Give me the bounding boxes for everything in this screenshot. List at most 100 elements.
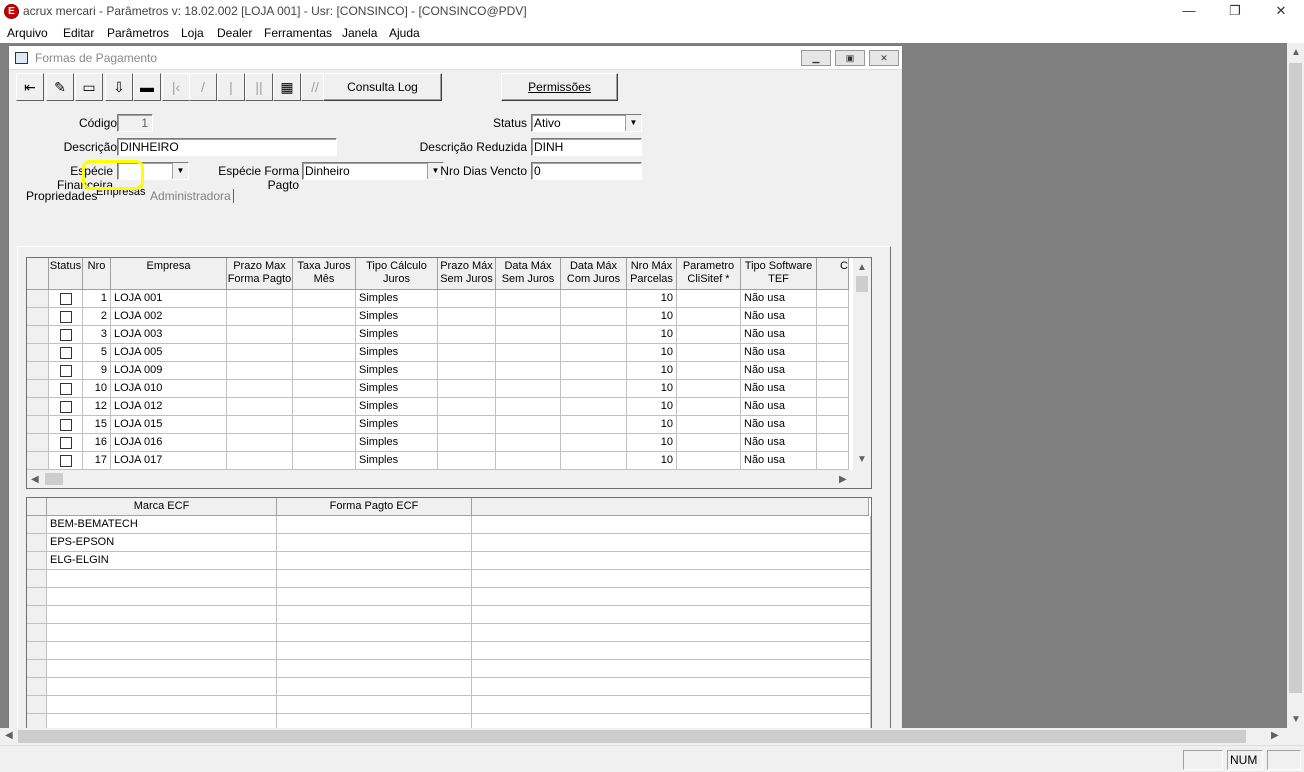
cell-marca-ecf[interactable] (47, 714, 277, 728)
column-header[interactable]: Nro (83, 258, 111, 290)
grid-cell[interactable] (293, 362, 356, 380)
new-record-button[interactable]: ▭ (75, 73, 103, 101)
grid-cell[interactable] (561, 452, 627, 470)
consulta-log-button[interactable]: Consulta Log (323, 73, 442, 101)
cell-tipo_calculo[interactable]: Simples (356, 398, 438, 416)
scroll-up-icon[interactable]: ▲ (1291, 47, 1301, 58)
cell-nro[interactable]: 17 (83, 452, 111, 470)
nro-dias-vencto-input[interactable]: 0 (531, 162, 642, 180)
grid-cell[interactable] (496, 308, 561, 326)
grid-cell[interactable] (438, 380, 496, 398)
grid-cell[interactable] (677, 398, 741, 416)
grid-cell[interactable] (561, 326, 627, 344)
cell-parcelas[interactable]: 10 (627, 452, 677, 470)
grid-cell[interactable] (496, 344, 561, 362)
cell-nro[interactable]: 3 (83, 326, 111, 344)
column-header[interactable]: Status (49, 258, 83, 290)
column-header[interactable]: Taxa Juros Mês (293, 258, 356, 290)
grid-cell[interactable] (227, 326, 293, 344)
menu-janela[interactable]: Janela (342, 26, 377, 40)
grid-cell[interactable] (496, 398, 561, 416)
grid-cell[interactable] (293, 452, 356, 470)
column-header[interactable]: Tipo Cálculo Juros (356, 258, 438, 290)
grid-cell[interactable] (561, 362, 627, 380)
grid-cell[interactable] (227, 398, 293, 416)
next-record-button[interactable]: | (217, 73, 245, 101)
grid-cell[interactable] (293, 290, 356, 308)
cell-parcelas[interactable]: 10 (627, 398, 677, 416)
tab-administradora[interactable]: Administradora (150, 189, 234, 203)
chevron-down-icon[interactable]: ▼ (625, 115, 641, 131)
grid-cell[interactable] (677, 326, 741, 344)
menu-ferramentas[interactable]: Ferramentas (264, 26, 332, 40)
cell-forma-pagto-ecf[interactable] (277, 516, 472, 534)
grid-cell[interactable] (496, 452, 561, 470)
close-button[interactable]: ✕ (1258, 0, 1304, 23)
scroll-down-icon[interactable]: ▼ (1291, 714, 1301, 725)
grid-horizontal-scrollbar[interactable]: ◀ ▶ (27, 470, 871, 488)
grid-cell[interactable] (817, 398, 849, 416)
cell-parcelas[interactable]: 10 (627, 380, 677, 398)
status-checkbox-cell[interactable] (49, 452, 83, 470)
grid-cell[interactable] (227, 290, 293, 308)
cell-empresa[interactable]: LOJA 012 (111, 398, 227, 416)
cell-parcelas[interactable]: 10 (627, 362, 677, 380)
cell-tef[interactable]: Não usa (741, 416, 817, 434)
cell-nro[interactable]: 9 (83, 362, 111, 380)
grid-cell[interactable] (293, 326, 356, 344)
eraser-button[interactable]: ✎ (46, 73, 74, 101)
scroll-down-icon[interactable]: ▼ (857, 454, 867, 465)
status-checkbox-cell[interactable] (49, 326, 83, 344)
column-header[interactable]: Data Máx Com Juros (561, 258, 627, 290)
grid-cell[interactable] (496, 380, 561, 398)
scroll-right-icon[interactable]: ▶ (1271, 730, 1279, 741)
cell-marca-ecf[interactable] (47, 660, 277, 678)
menu-loja[interactable]: Loja (181, 26, 204, 40)
grid-cell[interactable] (677, 308, 741, 326)
grid-cell[interactable] (293, 434, 356, 452)
grid-cell[interactable] (496, 362, 561, 380)
column-header[interactable]: Prazo Max Forma Pagto (227, 258, 293, 290)
grid-vscroll-thumb[interactable] (856, 276, 868, 292)
cell-parcelas[interactable]: 10 (627, 416, 677, 434)
cell-tipo_calculo[interactable]: Simples (356, 362, 438, 380)
cell-tef[interactable]: Não usa (741, 362, 817, 380)
grid-cell[interactable] (677, 452, 741, 470)
cell-parcelas[interactable]: 10 (627, 434, 677, 452)
prev-record-button[interactable]: / (189, 73, 217, 101)
horizontal-scroll-thumb[interactable] (18, 730, 1246, 743)
grid-cell[interactable] (496, 416, 561, 434)
grid-hscroll-thumb[interactable] (45, 473, 63, 485)
cell-empresa[interactable]: LOJA 003 (111, 326, 227, 344)
cell-nro[interactable]: 10 (83, 380, 111, 398)
status-checkbox[interactable] (60, 383, 72, 395)
cell-marca-ecf[interactable] (47, 696, 277, 714)
scroll-left-icon[interactable]: ◀ (31, 474, 39, 485)
grid-cell[interactable] (438, 398, 496, 416)
grid-cell[interactable] (677, 290, 741, 308)
vertical-scrollbar[interactable]: ▲ ▼ (1287, 43, 1304, 728)
cell-tef[interactable]: Não usa (741, 398, 817, 416)
cell-empresa[interactable]: LOJA 010 (111, 380, 227, 398)
cell-tipo_calculo[interactable]: Simples (356, 326, 438, 344)
column-header[interactable]: C (817, 258, 849, 290)
vertical-scroll-thumb[interactable] (1289, 63, 1302, 693)
menu-arquivo[interactable]: Arquivo (7, 26, 48, 40)
cell-forma-pagto-ecf[interactable] (277, 696, 472, 714)
grid-cell[interactable] (496, 290, 561, 308)
grid-cell[interactable] (677, 416, 741, 434)
grid-cell[interactable] (438, 290, 496, 308)
chevron-down-icon[interactable]: ▼ (172, 163, 188, 179)
grid-cell[interactable] (817, 416, 849, 434)
grid-cell[interactable] (817, 362, 849, 380)
cell-tipo_calculo[interactable]: Simples (356, 434, 438, 452)
grid-cell[interactable] (227, 308, 293, 326)
grid-cell[interactable] (677, 362, 741, 380)
grid-cell[interactable] (561, 416, 627, 434)
status-checkbox-cell[interactable] (49, 344, 83, 362)
grid-cell[interactable] (438, 308, 496, 326)
status-checkbox-cell[interactable] (49, 308, 83, 326)
cell-forma-pagto-ecf[interactable] (277, 606, 472, 624)
cell-marca-ecf[interactable] (47, 606, 277, 624)
grid-cell[interactable] (817, 326, 849, 344)
